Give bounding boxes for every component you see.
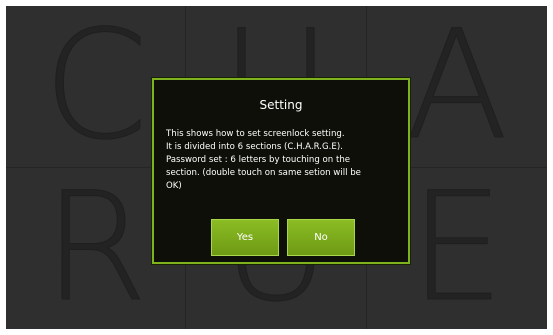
yes-button[interactable]: Yes bbox=[211, 219, 279, 256]
no-button[interactable]: No bbox=[287, 219, 355, 256]
setting-dialog: Setting This shows how to set screenlock… bbox=[152, 78, 410, 264]
dialog-title: Setting bbox=[259, 98, 303, 112]
dialog-message: This shows how to set screenlock setting… bbox=[166, 129, 361, 191]
lockscreen: C U A R U E Setting This shows how to se… bbox=[6, 6, 547, 329]
